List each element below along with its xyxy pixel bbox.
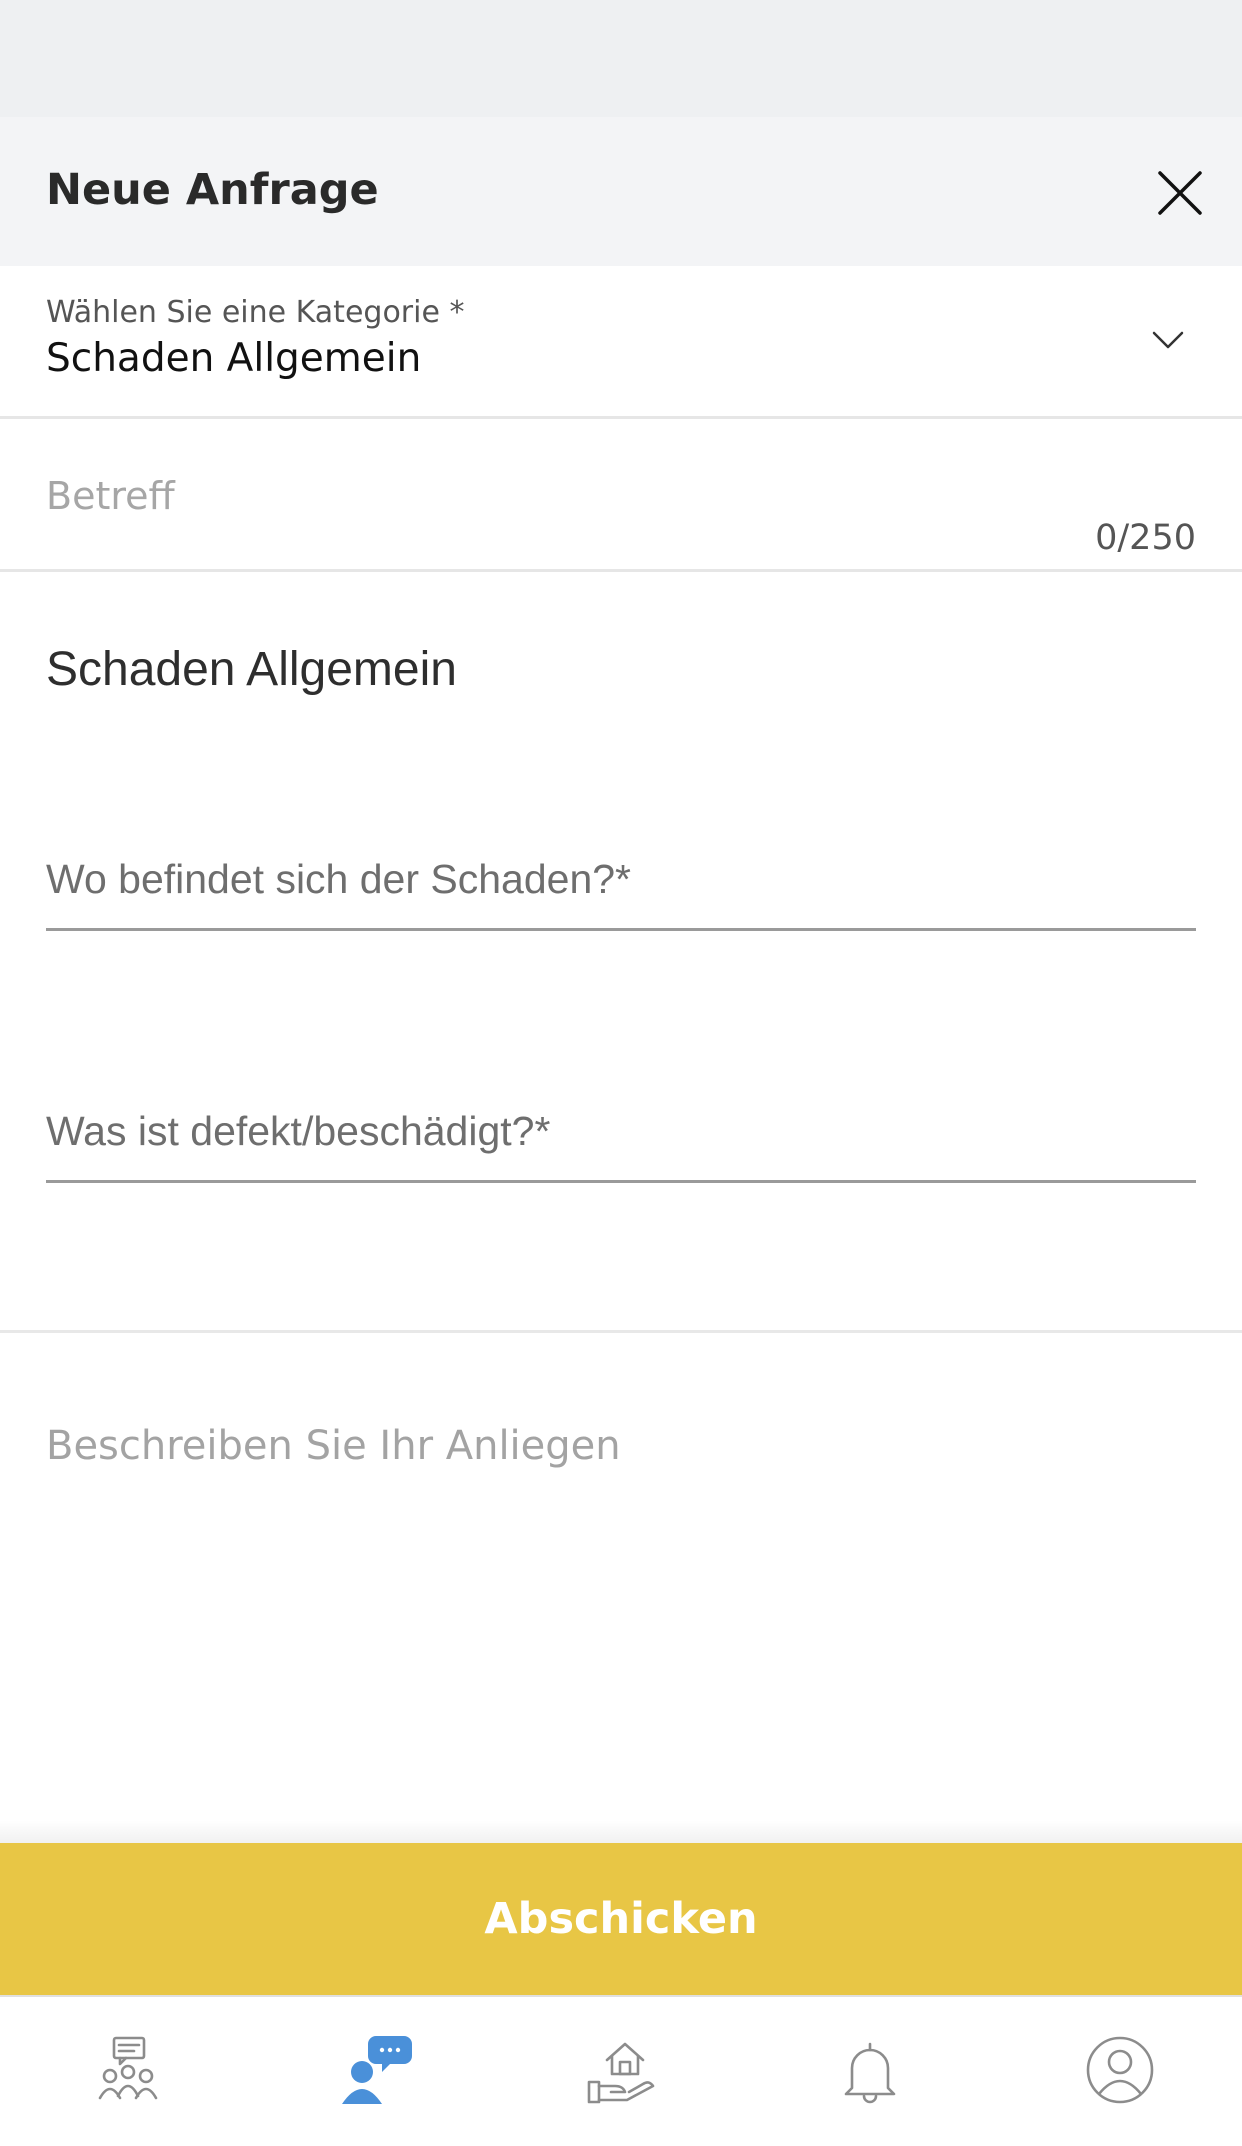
close-button[interactable] bbox=[1152, 165, 1208, 221]
profile-icon bbox=[1086, 2036, 1154, 2104]
subject-char-counter: 0/250 bbox=[1095, 518, 1196, 558]
damaged-item-input[interactable] bbox=[46, 1096, 1196, 1183]
damage-location-input[interactable] bbox=[46, 844, 1196, 931]
bell-icon bbox=[844, 2042, 896, 2104]
status-bar-area bbox=[0, 0, 1242, 117]
tab-profile[interactable] bbox=[1080, 2030, 1160, 2110]
category-label: Wählen Sie eine Kategorie * bbox=[46, 295, 465, 330]
form-section-heading: Schaden Allgemein bbox=[46, 643, 457, 696]
community-icon bbox=[98, 2036, 158, 2100]
close-icon bbox=[1158, 171, 1202, 215]
description-textarea[interactable] bbox=[46, 1420, 1196, 1800]
tab-house-service[interactable] bbox=[583, 2030, 663, 2110]
tab-notifications[interactable] bbox=[830, 2030, 910, 2110]
scroll-shadow bbox=[0, 1820, 1242, 1844]
divider bbox=[0, 1330, 1242, 1333]
tab-community[interactable] bbox=[88, 2030, 168, 2110]
support-chat-icon bbox=[342, 2036, 412, 2104]
tab-support-chat[interactable] bbox=[336, 2030, 416, 2110]
subject-input[interactable] bbox=[46, 468, 1146, 524]
category-dropdown-toggle[interactable] bbox=[1150, 326, 1186, 354]
category-value[interactable]: Schaden Allgemein bbox=[46, 334, 421, 384]
house-service-icon bbox=[587, 2042, 655, 2104]
submit-button[interactable]: Abschicken bbox=[0, 1843, 1242, 1995]
chevron-down-icon bbox=[1152, 331, 1184, 349]
page-title: Neue Anfrage bbox=[46, 165, 379, 215]
